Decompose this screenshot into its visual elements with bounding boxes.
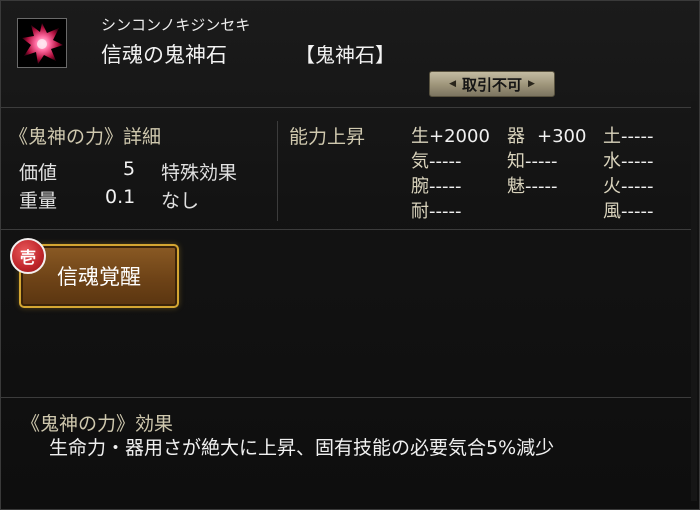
divider [1, 397, 691, 398]
stat-value: ----- [621, 151, 654, 172]
stat-row: 器 +300 [507, 122, 586, 148]
effect-header: 《鬼神の力》効果 [21, 413, 174, 435]
stat-row: 耐----- [411, 197, 461, 223]
stat-value: ----- [621, 126, 654, 147]
stat-key: 火 [603, 176, 621, 197]
rank-seal-label: 壱 [19, 248, 36, 267]
special-effect-label: 特殊効果 [161, 162, 238, 184]
value-label: 価値 [19, 162, 58, 184]
stat-key: 気 [411, 151, 429, 172]
stat-key: 器 [507, 126, 525, 147]
column-divider [277, 121, 278, 221]
stat-key: 水 [603, 151, 621, 172]
stat-value: ----- [429, 201, 462, 222]
stat-row: 水----- [603, 147, 653, 173]
scrollbar[interactable] [691, 101, 697, 501]
stat-key: 知 [507, 151, 525, 172]
stat-key: 土 [603, 126, 621, 147]
stat-value: ----- [429, 176, 462, 197]
stat-key: 耐 [411, 201, 429, 222]
stat-key: 生 [411, 126, 429, 147]
stat-value: ----- [429, 151, 462, 172]
stat-key: 腕 [411, 176, 429, 197]
stat-row: 風----- [603, 197, 653, 223]
stat-row: 知----- [507, 147, 557, 173]
divider [1, 107, 691, 108]
stat-value: ----- [525, 151, 558, 172]
effect-description: 生命力・器用さが絶大に上昇、固有技能の必要気合5%減少 [49, 437, 555, 459]
stat-row: 魅----- [507, 172, 557, 198]
item-reading: シンコンノキジンセキ [101, 16, 251, 34]
trade-status-badge: ◀ 取引不可 ▶ [429, 71, 555, 97]
awaken-button-label: 信魂覚醒 [57, 265, 141, 289]
stat-row: 生+2000 [411, 122, 490, 148]
stat-row: 気----- [411, 147, 461, 173]
right-arrow-icon: ▶ [528, 79, 535, 89]
weight-amount: 0.1 [105, 186, 136, 208]
stat-value: ----- [525, 176, 558, 197]
divider [1, 229, 691, 230]
details-header: 《鬼神の力》詳細 [9, 126, 162, 148]
stat-key: 風 [603, 201, 621, 222]
stat-key: 魅 [507, 176, 525, 197]
demon-stone-icon [17, 18, 67, 68]
stat-row: 火----- [603, 172, 653, 198]
stat-value: ----- [621, 176, 654, 197]
value-amount: 5 [123, 158, 136, 180]
item-category: 【鬼神石】 [295, 43, 395, 67]
stat-value: +2000 [429, 126, 490, 147]
ability-header: 能力上昇 [289, 126, 366, 148]
trade-status-label: 取引不可 [461, 75, 522, 94]
weight-label: 重量 [19, 190, 58, 212]
special-effect-value: なし [161, 190, 200, 212]
stat-row: 土----- [603, 122, 653, 148]
item-detail-panel: シンコンノキジンセキ 信魂の鬼神石 【鬼神石】 ◀ 取引不可 ▶ 《鬼神の力》詳… [0, 0, 700, 510]
left-arrow-icon: ◀ [449, 79, 456, 89]
item-name: 信魂の鬼神石 [101, 43, 227, 67]
rank-seal-icon: 壱 [10, 238, 46, 274]
stat-value: ----- [621, 201, 654, 222]
stat-row: 腕----- [411, 172, 461, 198]
stat-value: +300 [537, 126, 587, 147]
